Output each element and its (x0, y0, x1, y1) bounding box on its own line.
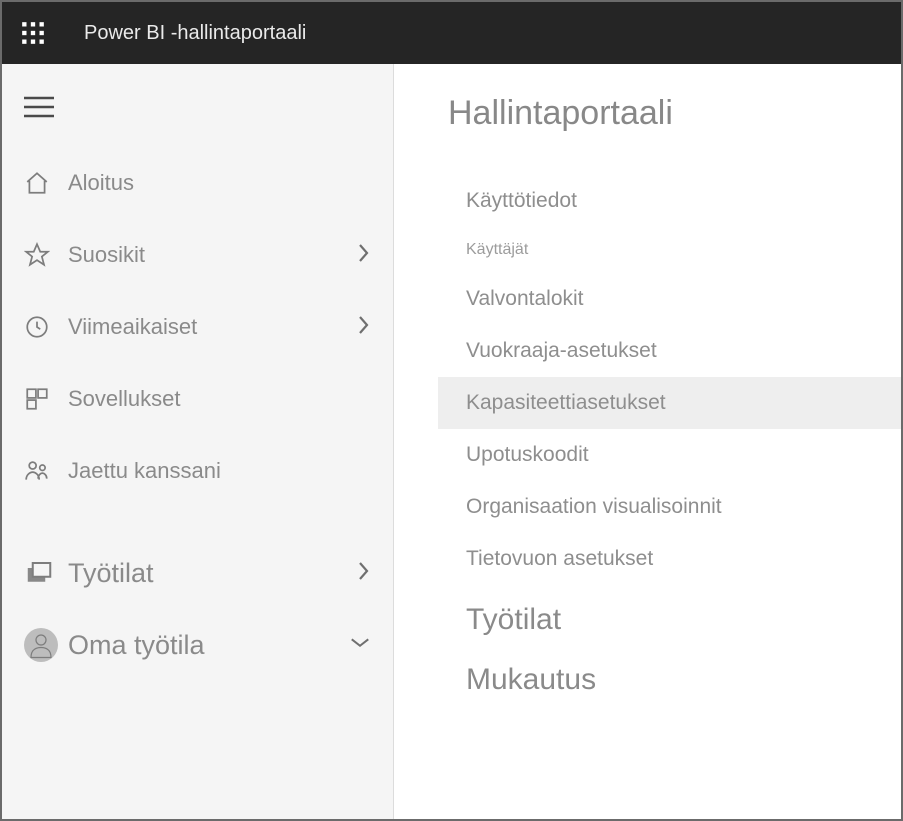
apps-icon (24, 386, 68, 412)
app-launcher-button[interactable] (2, 2, 64, 64)
workspaces-icon (24, 558, 68, 588)
nav-item-home[interactable]: Aloitus (2, 147, 393, 219)
nav-item-label: Viimeaikaiset (68, 314, 357, 340)
sidebar: Aloitus Suosikit Viimeaikaiset (2, 64, 394, 819)
topbar: Power BI -hallintaportaali (2, 2, 901, 64)
admin-menu-item[interactable]: Vuokraaja-asetukset (438, 325, 901, 377)
hamburger-icon (24, 96, 54, 118)
admin-menu-item[interactable]: Työtilat (438, 585, 901, 645)
nav-list: Aloitus Suosikit Viimeaikaiset (2, 147, 393, 507)
nav-item-shared[interactable]: Jaettu kanssani (2, 435, 393, 507)
admin-menu-item[interactable]: Organisaation visualisoinnit (438, 481, 901, 533)
nav-item-label: Suosikit (68, 242, 357, 268)
page-title: Hallintaportaali (448, 94, 901, 133)
nav-item-apps[interactable]: Sovellukset (2, 363, 393, 435)
admin-menu-item[interactable]: Tietovuon asetukset (438, 533, 901, 585)
nav-item-recent[interactable]: Viimeaikaiset (2, 291, 393, 363)
admin-menu-item[interactable]: Käyttötiedot (438, 175, 901, 227)
nav-item-label: Sovellukset (68, 386, 371, 412)
nav-item-favorites[interactable]: Suosikit (2, 219, 393, 291)
chevron-right-icon (357, 313, 371, 342)
hamburger-button[interactable] (2, 82, 393, 147)
nav-item-label: Oma työtila (68, 630, 349, 661)
waffle-icon (20, 20, 46, 46)
nav-item-label: Työtilat (68, 558, 357, 589)
nav-item-label: Aloitus (68, 170, 371, 196)
chevron-down-icon (349, 636, 371, 654)
workspace-group: Työtilat Oma työtila (2, 537, 393, 681)
admin-menu-item[interactable]: Upotuskoodit (438, 429, 901, 481)
nav-item-my-workspace[interactable]: Oma työtila (2, 609, 393, 681)
home-icon (24, 170, 68, 196)
nav-item-label: Jaettu kanssani (68, 458, 371, 484)
avatar-icon (24, 628, 68, 662)
app-title: Power BI -hallintaportaali (84, 22, 306, 45)
shared-icon (24, 458, 68, 484)
admin-menu: Käyttötiedot Käyttäjät Valvontalokit Vuo… (448, 175, 901, 705)
admin-menu-item-selected[interactable]: Kapasiteettiasetukset (438, 377, 901, 429)
admin-menu-item[interactable]: Valvontalokit (438, 273, 901, 325)
star-icon (24, 242, 68, 268)
nav-item-workspaces[interactable]: Työtilat (2, 537, 393, 609)
chevron-right-icon (357, 241, 371, 270)
chevron-right-icon (357, 559, 371, 588)
admin-menu-item[interactable]: Käyttäjät (438, 227, 901, 273)
admin-menu-item[interactable]: Mukautus (438, 645, 901, 705)
clock-icon (24, 314, 68, 340)
main-content: Hallintaportaali Käyttötiedot Käyttäjät … (394, 64, 901, 819)
